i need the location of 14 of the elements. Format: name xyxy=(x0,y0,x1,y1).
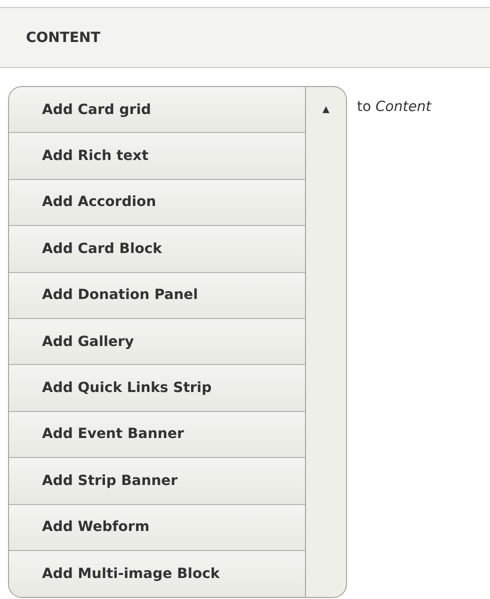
target-label: to Content xyxy=(357,99,432,115)
dropdown-toggle[interactable]: ▲ xyxy=(306,87,346,133)
menu-item[interactable]: Add Donation Panel xyxy=(9,272,305,319)
menu-item[interactable]: Add Card grid xyxy=(9,87,305,134)
menu-item[interactable]: Add Multi-image Block xyxy=(9,550,305,598)
menu-item[interactable]: Add Strip Banner xyxy=(9,458,305,505)
section-title: CONTENT xyxy=(26,30,100,46)
menu-item[interactable]: Add Event Banner xyxy=(9,412,305,458)
menu-item[interactable]: Add Quick Links Strip xyxy=(9,365,305,412)
menu-item[interactable]: Add Card Block xyxy=(9,226,305,273)
menu-item[interactable]: Add Gallery xyxy=(9,318,305,366)
menu-item[interactable]: Add Accordion xyxy=(9,180,305,226)
menu-item[interactable]: Add Rich text xyxy=(9,133,305,180)
menu-item[interactable]: Add Webform xyxy=(9,504,305,551)
